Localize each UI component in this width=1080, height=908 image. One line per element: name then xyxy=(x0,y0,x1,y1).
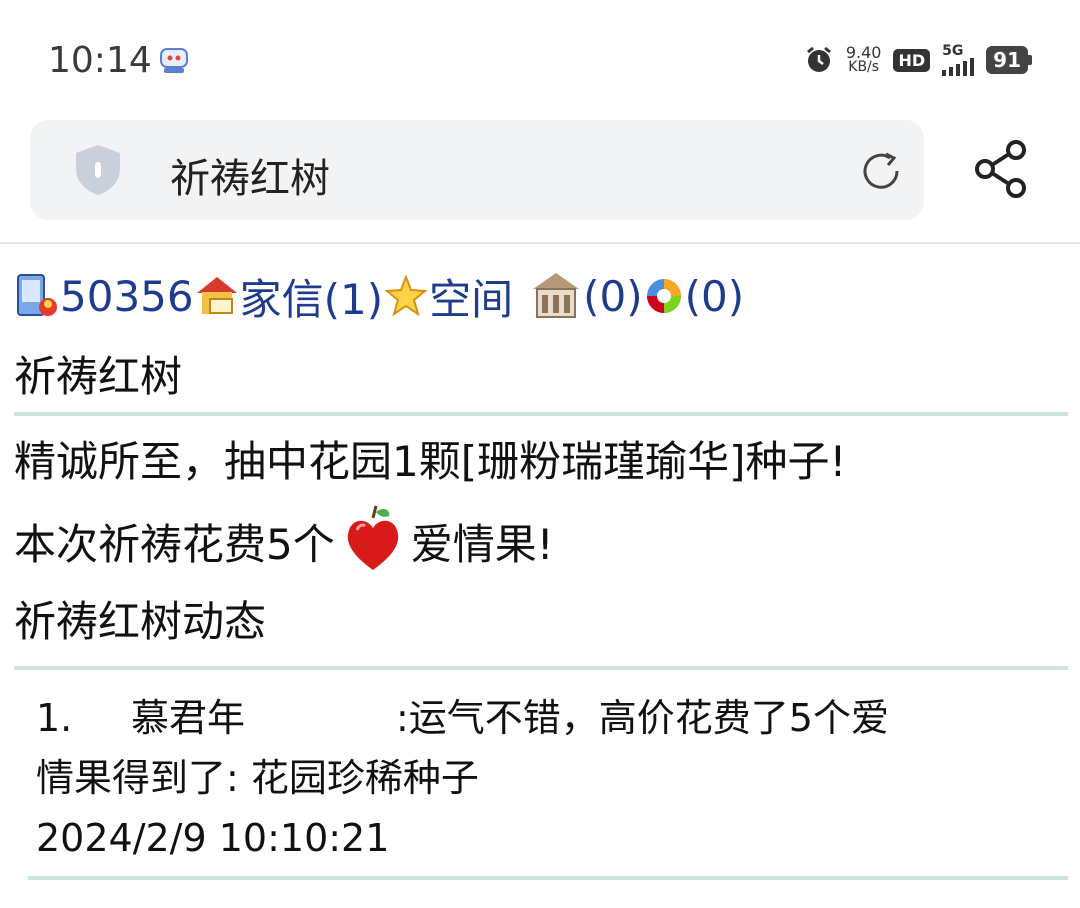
album-icon xyxy=(646,279,681,313)
clock: 10:14 xyxy=(48,40,152,81)
draw-result: 精诚所至，抽中花园1颗[珊粉瑞瑾瑜华]种子! xyxy=(14,437,847,486)
feed-item-text: :运气不错，高价花费了5个爱 xyxy=(396,696,889,740)
feed-item-line2: 情果得到了: 花园珍稀种子 xyxy=(36,756,479,800)
love-fruit-icon xyxy=(347,505,398,570)
feed-item-user[interactable]: 慕君年 xyxy=(131,688,396,748)
robot-app-icon xyxy=(160,48,188,73)
phone-user-icon xyxy=(17,274,57,316)
cost-line: 本次祈祷花费5个 爱情果! xyxy=(14,504,1074,586)
network-speed: 9.40 KB/s xyxy=(845,43,882,75)
house-icon xyxy=(533,273,580,318)
feed-item-timestamp: 2024/2/9 10:10:21 xyxy=(36,816,390,860)
signal-bars-icon xyxy=(942,58,975,76)
feed-item-line1: 1. 慕君年:运气不错，高价花费了5个爱 xyxy=(36,688,1074,748)
signal-indicator: 5G xyxy=(942,44,975,76)
hd-badge: HD xyxy=(893,48,931,72)
share-icon[interactable] xyxy=(972,138,1030,200)
shield-icon xyxy=(76,145,120,195)
feed-item: 1. 慕君年:运气不错，高价花费了5个爱 情果得到了: 花园珍稀种子 2024/2… xyxy=(14,670,1074,868)
letters-link[interactable]: 家信(1) xyxy=(240,266,384,327)
album-count-link[interactable]: (0) xyxy=(685,272,745,321)
cost-suffix: 爱情果! xyxy=(410,520,554,569)
address-text[interactable]: 祈祷红树 xyxy=(170,146,330,204)
feed-item-index: 1. xyxy=(36,696,73,740)
house-count-link[interactable]: (0) xyxy=(583,272,643,321)
address-bar[interactable]: 祈祷红树 xyxy=(30,120,924,220)
header-divider xyxy=(0,242,1080,244)
refresh-icon[interactable] xyxy=(856,146,906,196)
page-content: 50356 家信(1) 空间 (0) (0) 祈祷红树 精诚所至，抽中花园1颗[… xyxy=(14,250,1074,880)
star-icon xyxy=(384,274,428,317)
status-bar: 10:14 9.40 KB/s HD 5G 91 xyxy=(0,0,1080,120)
cost-prefix: 本次祈祷花费5个 xyxy=(14,520,335,569)
user-id-link[interactable]: 50356 xyxy=(60,272,194,321)
user-nav-bar: 50356 家信(1) 空间 (0) (0) xyxy=(14,250,1074,342)
feed-heading: 祈祷红树动态 xyxy=(14,597,267,646)
home-mail-icon xyxy=(196,277,237,314)
battery-indicator: 91 xyxy=(986,46,1032,74)
divider xyxy=(28,876,1068,880)
page-title: 祈祷红树 xyxy=(14,352,183,401)
space-link[interactable]: 空间 xyxy=(429,266,513,327)
alarm-icon xyxy=(806,46,831,72)
